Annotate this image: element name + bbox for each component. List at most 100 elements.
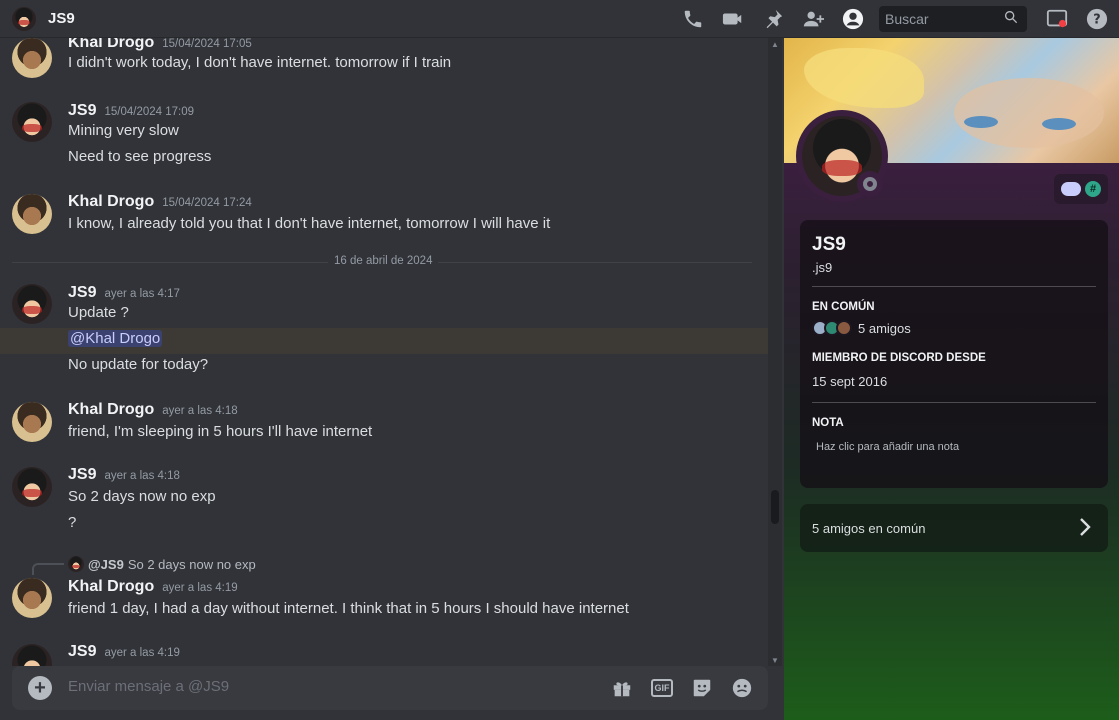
call-icon[interactable] [681,7,705,31]
message-group: JS9 15/04/2024 17:09 Mining very slow Nee… [0,100,768,180]
profile-icon[interactable] [841,7,865,31]
scrollbar-thumb[interactable] [771,490,779,524]
message-text: Update ? [68,304,129,321]
message-group: JS9 ayer a las 4:19 [0,642,768,666]
author-name[interactable]: JS9 [68,284,96,301]
timestamp: 15/04/2024 17:05 [162,38,252,50]
author-name[interactable]: Khal Drogo [68,193,154,210]
mutual-friends-label: 5 amigos en común [812,521,926,536]
message-list[interactable]: Khal Drogo 15/04/2024 17:05 I didn't work… [0,38,768,666]
avatar[interactable] [12,194,52,234]
gif-icon[interactable]: GIF [650,676,674,700]
timestamp: ayer a las 4:19 [162,582,238,594]
header-toolbar: ? [673,0,1119,38]
author-name[interactable]: JS9 [68,466,96,483]
message-text: friend, I'm sleeping in 5 hours I'll hav… [68,423,373,440]
user-mention[interactable]: @Khal Drogo [68,330,163,347]
note-title: NOTA [812,417,844,429]
inbox-icon[interactable] [1045,7,1069,31]
avatar[interactable] [12,102,52,142]
sticker-icon[interactable] [690,676,714,700]
scroll-up-arrow-icon[interactable]: ▲ [771,40,779,49]
profile-card: JS9 .js9 EN COMÚN 5 amigos MIEMBRO DE DI… [800,220,1108,488]
gift-icon[interactable] [610,676,634,700]
message-text: No update for today? [68,356,209,373]
message-group: JS9 ayer a las 4:18 So 2 days now no exp … [0,465,768,545]
author-name[interactable]: Khal Drogo [68,401,154,418]
svg-text:?: ? [1093,13,1100,28]
member-since-title: MIEMBRO DE DISCORD DESDE [812,352,986,364]
author-name[interactable]: JS9 [68,643,96,660]
author-name[interactable]: Khal Drogo [68,578,154,595]
composer-area: + GIF [0,666,782,720]
profile-display-name: JS9 [812,234,846,255]
message-group: Khal Drogo ayer a las 4:18 friend, I'm sl… [0,400,768,450]
profile-username: .js9 [812,260,833,275]
header-title: JS9 [48,10,75,27]
message-group: @JS9 So 2 days now no exp Khal Drogo ayer… [0,554,768,624]
message-text: friend 1 day, I had a day without intern… [68,600,629,617]
timestamp: ayer a las 4:19 [104,647,180,659]
avatar[interactable] [12,38,52,78]
mutual-friends-summary[interactable]: 5 amigos [812,320,911,336]
author-name[interactable]: Khal Drogo [68,38,154,51]
message-text: I didn't work today, I don't have intern… [68,54,452,71]
message-input[interactable] [68,678,588,695]
message-text: Mining very slow [68,122,179,139]
date-divider-label: 16 de abril de 2024 [328,255,439,267]
nitro-badge-icon[interactable] [1061,182,1081,196]
hashtag-badge-icon[interactable]: # [1085,181,1101,197]
reply-text: So 2 days now no exp [127,556,256,572]
message-group: JS9 ayer a las 4:17 Update ? @Khal Drogo … [0,282,768,382]
add-friend-icon[interactable] [801,7,825,31]
discord-dm-window: JS9 ? [0,0,1119,720]
search-icon [1003,9,1019,30]
note-input[interactable]: Haz clic para añadir una nota [816,441,959,453]
in-common-text: 5 amigos [858,320,911,336]
plus-icon[interactable]: + [28,676,52,700]
scroll-down-arrow-icon[interactable]: ▼ [771,656,779,665]
message-group: Khal Drogo 15/04/2024 17:05 I didn't work… [0,38,768,82]
profile-badges: # [1054,174,1108,204]
timestamp: ayer a las 4:17 [104,288,180,300]
friend-avatar [836,320,852,336]
avatar[interactable] [12,402,52,442]
reply-connector [32,563,64,575]
search-box[interactable] [879,6,1027,32]
chat-scrollbar[interactable]: ▲ ▼ [768,38,782,666]
section-divider [812,402,1096,403]
search-input[interactable] [885,11,1003,27]
avatar[interactable] [12,467,52,507]
composer-tools: GIF [602,676,762,700]
avatar[interactable] [12,284,52,324]
avatar[interactable] [12,578,52,618]
timestamp: 15/04/2024 17:24 [162,197,252,209]
mutual-friends-button[interactable]: 5 amigos en común [800,504,1108,552]
reply-author: @JS9 [88,556,124,572]
help-icon[interactable]: ? [1085,7,1109,31]
member-since-date: 15 sept 2016 [812,374,888,389]
timestamp: ayer a las 4:18 [104,470,180,482]
header-avatar[interactable] [12,7,36,31]
message-text: ? [68,514,77,531]
message-text: So 2 days now no exp [68,488,216,505]
pin-icon[interactable] [761,7,785,31]
video-icon[interactable] [721,7,745,31]
emoji-icon[interactable] [730,676,754,700]
message-text: I know, I already told you that I don't … [68,215,551,232]
avatar[interactable] [12,644,52,666]
user-profile-panel: # JS9 .js9 EN COMÚN 5 amigos MIEMBRO DE … [784,38,1119,720]
offline-status-icon [857,171,883,197]
reply-preview[interactable]: @JS9 So 2 days now no exp [68,556,256,572]
timestamp: 15/04/2024 17:09 [104,106,194,118]
message-composer: + GIF [12,666,768,710]
message-text: Need to see progress [68,148,212,165]
top-bar: JS9 ? [0,0,1119,38]
reply-avatar [68,556,84,572]
message-group: Khal Drogo 15/04/2024 17:24 I know, I alr… [0,192,768,242]
chevron-right-icon [1080,518,1091,536]
gif-label: GIF [651,679,673,697]
in-common-title: EN COMÚN [812,301,875,313]
timestamp: ayer a las 4:18 [162,405,238,417]
author-name[interactable]: JS9 [68,102,96,119]
